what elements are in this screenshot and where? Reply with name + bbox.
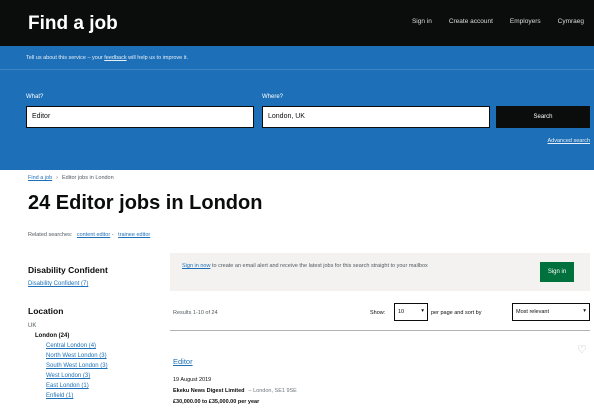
nav-sign-in[interactable]: Sign in (412, 18, 432, 25)
per-page-value: 10 (398, 309, 405, 315)
search-panel: Tell us about this service – your feedba… (0, 46, 594, 170)
breadcrumb-separator: › (56, 175, 58, 181)
related-link-trainee-editor[interactable]: trainee editor (118, 232, 150, 238)
job-salary: £30,000.00 to £35,000.00 per year (173, 399, 260, 405)
alert-sign-in-link[interactable]: Sign in now (182, 263, 210, 269)
results-divider (170, 330, 590, 331)
advanced-search-link[interactable]: Advanced search (548, 138, 591, 144)
email-alert-box: Sign in now to create an email alert and… (170, 253, 590, 291)
feedback-divider (0, 69, 594, 70)
disability-confident-link[interactable]: Disability Confident (7) (28, 281, 88, 287)
location-area-west[interactable]: West London (3) (46, 373, 90, 379)
related-link-content-editor[interactable]: content editor (77, 232, 110, 238)
nav-create-account[interactable]: Create account (449, 18, 493, 25)
breadcrumb-home[interactable]: Find a job (28, 175, 52, 181)
nav-cymraeg[interactable]: Cymraeg (558, 18, 584, 25)
top-nav: Sign in Create account Employers Cymraeg (412, 18, 584, 25)
what-input[interactable]: Editor (26, 106, 254, 128)
location-uk[interactable]: UK (28, 323, 36, 329)
feedback-link[interactable]: feedback (104, 55, 126, 61)
location-area-north-west[interactable]: North West London (3) (46, 353, 107, 359)
location-area-south-west[interactable]: South West London (3) (46, 363, 108, 369)
job-company: Ekeku News Digest Limited – London, SE1 9… (173, 388, 297, 394)
breadcrumb-current: Editor jobs in London (62, 175, 114, 181)
page-title: 24 Editor jobs in London (28, 192, 263, 214)
sort-select[interactable]: Most relevant ▾ (512, 303, 590, 321)
job-date: 19 August 2019 (173, 377, 212, 383)
feedback-prefix: Tell us about this service – your (26, 55, 103, 61)
nav-employers[interactable]: Employers (510, 18, 541, 25)
per-page-select[interactable]: 10 ▾ (394, 303, 428, 321)
feedback-suffix: will help us to improve it. (128, 55, 189, 61)
job-location: – London, SE1 9SE (248, 388, 297, 394)
chevron-down-icon: ▾ (421, 308, 424, 314)
related-searches: Related searches: content editor - train… (28, 232, 150, 238)
alert-message: to create an email alert and receive the… (211, 263, 428, 269)
alert-sign-in-button[interactable]: Sign in (540, 262, 574, 282)
related-separator: - (111, 232, 114, 238)
per-page-suffix: per page and sort by (431, 310, 482, 316)
site-header: Find a job Sign in Create account Employ… (0, 0, 594, 46)
location-heading: Location (28, 306, 64, 316)
alert-text: Sign in now to create an email alert and… (182, 262, 482, 270)
job-company-name: Ekeku News Digest Limited (173, 388, 245, 394)
feedback-banner: Tell us about this service – your feedba… (26, 55, 188, 61)
breadcrumb: Find a job › Editor jobs in London (28, 175, 114, 181)
search-button[interactable]: Search (496, 106, 590, 128)
where-input[interactable]: London, UK (262, 106, 490, 128)
site-logo[interactable]: Find a job (28, 13, 118, 35)
location-area-east[interactable]: East London (1) (46, 383, 89, 389)
sort-value: Most relevant (516, 309, 550, 315)
show-label: Show: (370, 310, 386, 316)
where-label: Where? (262, 94, 284, 100)
heart-icon[interactable]: ♡ (577, 343, 587, 356)
disability-heading: Disability Confident (28, 265, 108, 275)
job-title-link[interactable]: Editor (173, 357, 193, 366)
what-label: What? (26, 94, 44, 100)
location-london[interactable]: London (24) (35, 333, 69, 339)
location-area-central[interactable]: Central London (4) (46, 343, 96, 349)
results-count: Results 1-10 of 24 (173, 310, 218, 316)
location-area-enfield[interactable]: Enfield (1) (46, 393, 73, 399)
related-label: Related searches: (28, 232, 73, 238)
chevron-down-icon: ▾ (583, 308, 586, 314)
